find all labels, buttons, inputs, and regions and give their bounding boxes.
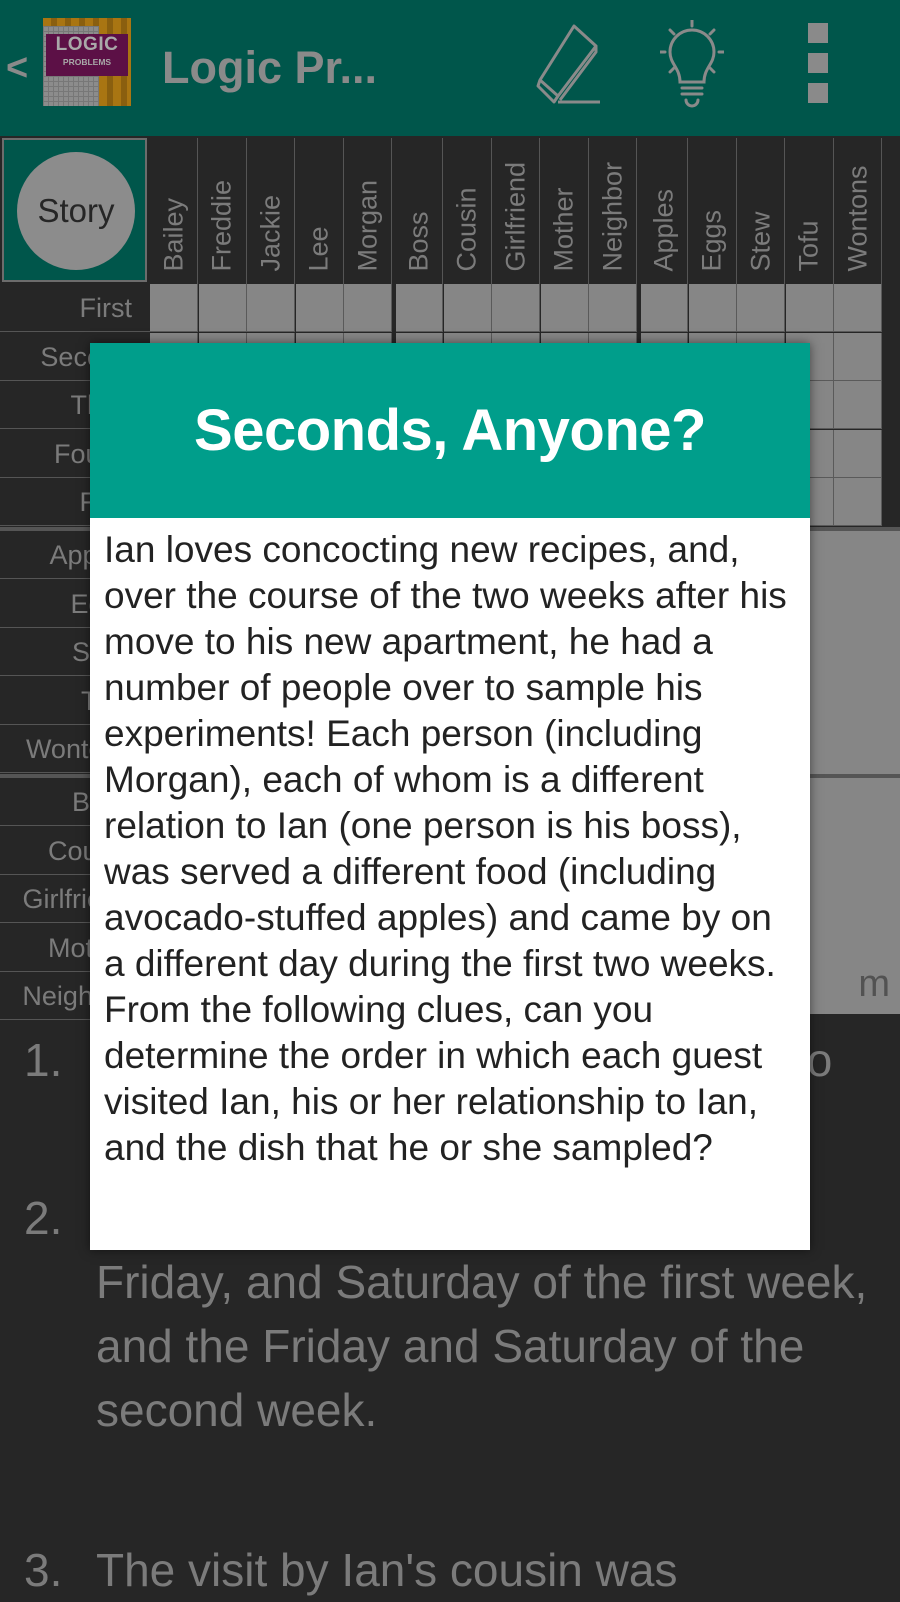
column-header-apples: Apples (640, 138, 688, 284)
column-header-label: Tofu (793, 220, 824, 272)
column-header-cousin: Cousin (443, 138, 492, 284)
grid-cell[interactable] (344, 284, 393, 332)
column-header-freddie: Freddie (198, 138, 247, 284)
column-header-label: Stew (745, 211, 776, 272)
column-header-label: Bailey (158, 197, 188, 272)
story-dialog[interactable]: Seconds, Anyone? Ian loves concocting ne… (90, 343, 810, 1250)
story-cell: Story (2, 138, 147, 282)
column-header-stew: Stew (737, 138, 786, 284)
column-header-neighbor: Neighbor (589, 138, 638, 284)
column-header-label: Morgan (352, 179, 383, 272)
lightbulb-icon (658, 18, 726, 108)
column-header-boss: Boss (395, 138, 443, 284)
column-header-label: Neighbor (597, 161, 628, 272)
column-header-label: Apples (648, 188, 678, 272)
grid-cell[interactable] (247, 284, 296, 332)
story-button[interactable]: Story (17, 152, 135, 270)
column-header-wontons: Wontons (834, 138, 883, 284)
logo-line1: LOGIC (55, 34, 119, 55)
side-panel-text: m (858, 963, 890, 1005)
column-header-label: Boss (403, 211, 433, 272)
clue-number: 3. (24, 1544, 63, 1596)
grid-cell[interactable] (688, 284, 737, 332)
eraser-icon (536, 24, 600, 104)
logo-band: LOGIC PROBLEMS (46, 34, 128, 76)
overflow-menu-button[interactable] (808, 20, 834, 110)
row-label-first: First (0, 284, 150, 332)
grid-cell[interactable] (443, 284, 492, 332)
grid-cell[interactable] (395, 284, 443, 332)
grid-cell[interactable] (737, 284, 786, 332)
column-header-label: Lee (303, 226, 334, 272)
column-header-label: Wontons (842, 165, 873, 272)
grid-cell[interactable] (540, 284, 589, 332)
back-button[interactable]: < (6, 48, 38, 88)
grid-cell[interactable] (834, 429, 883, 478)
grid-cell[interactable] (150, 284, 198, 332)
clue-text: The visit by Ian's cousin was (96, 1544, 678, 1596)
grid-cell[interactable] (785, 284, 834, 332)
grid-cell[interactable] (834, 284, 883, 332)
column-header-lee: Lee (295, 138, 344, 284)
column-header-girlfriend: Girlfriend (492, 138, 541, 284)
column-header-label: Cousin (451, 187, 482, 272)
column-header-eggs: Eggs (688, 138, 737, 284)
logo-line2: PROBLEMS (62, 57, 112, 67)
dialog-title: Seconds, Anyone? (90, 343, 810, 518)
app-title: Logic Pr... (162, 42, 378, 93)
clue-number: 1. (24, 1034, 63, 1086)
grid-cell[interactable] (834, 332, 883, 381)
column-header-morgan: Morgan (344, 138, 393, 284)
grid-cell[interactable] (834, 478, 883, 527)
grid-cell[interactable] (295, 284, 344, 332)
column-header-jackie: Jackie (247, 138, 296, 284)
column-header-bailey: Bailey (150, 138, 198, 284)
column-header-label: Girlfriend (500, 161, 531, 272)
grid-cell[interactable] (492, 284, 541, 332)
column-header-tofu: Tofu (785, 138, 834, 284)
clue-number: 2. (24, 1192, 63, 1244)
hint-button[interactable] (658, 18, 726, 110)
column-header-label: Eggs (696, 209, 727, 272)
overflow-menu-icon (808, 23, 834, 103)
grid-cell[interactable] (589, 284, 638, 332)
column-header-mother: Mother (540, 138, 589, 284)
dialog-story-text: Ian loves concocting new recipes, and, o… (104, 529, 787, 1168)
eraser-button[interactable] (530, 20, 610, 110)
app-logo: LOGIC PROBLEMS (43, 18, 131, 106)
grid-cell[interactable] (640, 284, 688, 332)
grid-cell[interactable] (834, 381, 883, 430)
column-header-label: Freddie (206, 179, 237, 272)
column-header-label: Mother (548, 187, 579, 272)
column-header-label: Jackie (255, 194, 286, 272)
app-toolbar: < LOGIC PROBLEMS Logic Pr... (0, 0, 900, 136)
grid-cell[interactable] (198, 284, 247, 332)
